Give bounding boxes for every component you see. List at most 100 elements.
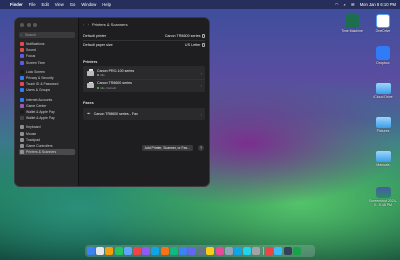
settings-sidebar: ⌕ Search Notifications Sound Focus Screen T… [15,18,79,186]
desktop-icon-icloud-drive[interactable]: iCloud Drive [368,80,398,99]
dock-app-icon[interactable] [188,247,197,255]
search-spotlight-icon[interactable]: ⌕ [344,2,346,7]
printer-status: Idle [97,73,134,77]
printer-item[interactable]: Canon PRO-100 series Idle › [83,67,205,79]
close-window-button[interactable] [20,23,24,27]
dock-app-icon[interactable] [132,247,141,255]
dock-app-icon[interactable] [197,247,206,255]
dock-app-icon[interactable] [142,247,151,255]
dock-app-icon[interactable] [114,247,123,255]
sidebar-item-label: Touch ID & Password [26,82,59,87]
menu-bar: Finder File Edit View Go Window Help ◠ ⌕… [0,0,400,9]
menu-go[interactable]: Go [70,2,76,7]
menu-clock[interactable]: Mon Jan 8 6:10 PM [360,2,396,7]
sidebar-item-label: Game Controllers [26,143,53,148]
sidebar-item[interactable]: Trackpad [19,137,75,143]
sidebar-item-label: Users & Groups [26,88,51,93]
desktop-icon-dropbox[interactable]: Dropbox [368,46,398,65]
back-arrow-icon[interactable]: ‹ [83,22,85,27]
menu-app-name[interactable]: Finder [10,2,23,7]
fax-item[interactable]: ✒ Canon TR8600 series - Fax › [83,108,205,120]
printer-icon [87,69,94,76]
dropbox-icon [376,46,390,60]
printer-status: Idle, Default [97,86,132,90]
zoom-window-button[interactable] [33,23,37,27]
cloud-icon [376,14,390,28]
wifi-icon[interactable]: ◠ [335,2,339,7]
dock-app-icon[interactable] [151,247,160,255]
settings-category-icon [20,82,24,87]
desktop-icon-onedrive[interactable]: OneDrive [368,14,398,33]
dock-app-icon[interactable] [105,247,114,255]
dock-app-icon[interactable] [224,247,233,255]
dock-app-icon[interactable] [283,247,292,255]
folder-icon [375,151,391,162]
help-button[interactable]: ? [198,145,204,151]
menu-help[interactable]: Help [102,2,111,7]
default-printer-label: Default printer [83,33,107,38]
default-printer-value: Canon TR8600 series [164,33,201,38]
chevron-right-icon: › [200,83,202,88]
dock-app-icon[interactable] [215,247,224,255]
dock-app-icon[interactable] [96,247,105,255]
dock-app-icon[interactable] [292,247,301,255]
settings-search-field[interactable]: ⌕ Search [19,32,75,38]
sidebar-item[interactable]: Game Center [19,103,75,109]
chevron-updown-icon: ⇕ [202,33,206,38]
menu-file[interactable]: File [29,2,36,7]
minimize-window-button[interactable] [26,23,31,27]
dock-app-icon[interactable] [206,247,215,255]
control-center-icon[interactable]: ☰ [351,2,355,7]
settings-category-icon [20,76,24,81]
settings-category-icon [20,97,24,102]
desktop-icon-time-machine[interactable]: Time Machine [337,14,367,33]
dock-app-icon[interactable] [123,247,132,255]
menu-view[interactable]: View [55,2,64,7]
dock-app-icon[interactable] [243,247,252,255]
image-thumbnail-icon [375,187,391,198]
menu-window[interactable]: Window [81,2,96,7]
settings-category-icon [20,131,24,136]
default-printer-select[interactable]: Canon TR8600 series ⇕ [164,33,206,38]
dock-app-icon[interactable] [234,247,242,255]
dock-app-icon[interactable] [274,247,283,255]
chevron-updown-icon: ⇕ [202,42,206,47]
menu-edit[interactable]: Edit [42,2,49,7]
faxes-list: ✒ Canon TR8600 series - Fax › [83,108,205,120]
status-dot-icon [97,74,99,77]
dock-app-icon[interactable] [160,247,169,255]
dock-app-icon[interactable] [169,247,178,255]
printer-icon [87,81,94,88]
sidebar-item[interactable]: Focus [19,53,75,59]
dock [85,245,315,257]
add-printer-button[interactable]: Add Printer, Scanner, or Fax... [141,145,193,151]
settings-category-icon [20,103,24,108]
dock-app-icon[interactable] [178,247,187,255]
printers-list: Canon PRO-100 series Idle › Canon TR8600… [83,66,205,92]
forward-arrow-icon[interactable]: › [88,22,90,27]
desktop-icon-screenshot[interactable]: Screenshot 2024-0...5.48 PM [368,184,398,207]
system-settings-window: ⌕ Search Notifications Sound Focus Screen T… [14,17,210,187]
sidebar-item[interactable]: Printers & Scanners [19,149,75,156]
dock-app-icon[interactable] [265,247,274,255]
settings-category-icon [20,48,24,53]
sidebar-item-label: Focus [26,54,36,59]
sidebar-item-label: Sound [26,48,36,53]
dock-app-icon[interactable] [87,247,95,255]
sidebar-item-label: Privacy & Security [26,76,54,81]
dock-app-icon[interactable] [252,247,261,255]
desktop-icon-manuals[interactable]: Manuals [368,148,398,167]
sidebar-item[interactable]: Internet Accounts [19,97,75,103]
settings-category-icon [20,60,24,65]
sidebar-item[interactable]: Mouse [19,130,75,136]
chevron-right-icon: › [200,70,202,76]
sidebar-item-label: Keyboard [26,125,41,130]
paper-size-select[interactable]: US Letter ⇕ [185,42,206,47]
desktop-icon-pictures[interactable]: Pictures [368,114,398,133]
fax-icon: ✒ [87,111,91,116]
sidebar-item-label: Trackpad [26,137,41,142]
sidebar-item-label: Screen Time [26,60,46,65]
sidebar-item-label: Printers & Scanners [26,150,57,155]
sidebar-list: Notifications Sound Focus Screen Time Lock S… [19,41,75,156]
printer-item[interactable]: Canon TR8600 series Idle, Default › [83,80,205,92]
